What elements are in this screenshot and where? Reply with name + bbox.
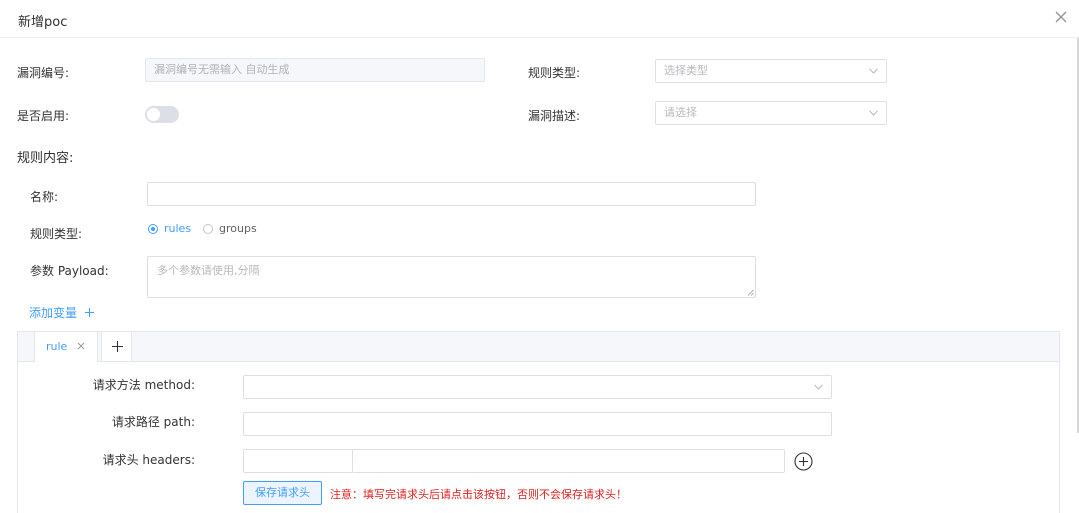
rule-name-label: 名称: — [30, 190, 59, 204]
vuln-desc-placeholder: 请选择 — [664, 106, 697, 119]
header-divider — [0, 37, 1079, 38]
radio-rules[interactable]: rules — [148, 222, 191, 235]
vuln-desc-select[interactable]: 请选择 — [655, 101, 887, 125]
tab-rule-label: rule — [46, 340, 68, 353]
headers-warning: 注意：填写完请求头后请点击该按钮，否则不会保存请求头！ — [330, 488, 627, 501]
rule-type-label: 规则类型: — [528, 66, 581, 80]
method-label: 请求方法 method: — [92, 378, 195, 392]
chevron-down-icon — [814, 384, 823, 390]
rule-type-placeholder: 选择类型 — [664, 64, 708, 77]
close-icon[interactable] — [77, 342, 85, 350]
headers-label: 请求头 headers: — [102, 453, 195, 467]
add-variable-link[interactable]: 添加变量 — [29, 304, 95, 321]
header-key-input[interactable] — [243, 449, 353, 473]
plus-icon — [85, 308, 95, 317]
save-headers-button[interactable]: 保存请求头 — [243, 481, 322, 505]
path-input[interactable] — [243, 412, 832, 436]
add-variable-label: 添加变量 — [29, 306, 78, 320]
add-tab-button[interactable] — [101, 332, 132, 361]
payload-label: 参数 Payload: — [30, 264, 109, 278]
path-label: 请求路径 path: — [111, 415, 195, 429]
radio-rules-dot — [148, 223, 158, 234]
header-value-input[interactable] — [352, 449, 785, 473]
chevron-down-icon — [869, 110, 878, 116]
switch-knob — [147, 108, 160, 121]
radio-groups-label: groups — [219, 222, 257, 235]
vuln-id-input: 漏洞编号无需输入 自动生成 — [145, 58, 485, 82]
enabled-switch[interactable] — [145, 106, 179, 123]
vuln-id-placeholder: 漏洞编号无需输入 自动生成 — [154, 63, 290, 76]
radio-groups[interactable]: groups — [203, 222, 257, 235]
radio-groups-dot — [203, 223, 213, 234]
method-select[interactable] — [243, 375, 832, 399]
rule-kind-label: 规则类型: — [30, 227, 83, 241]
plus-icon — [112, 341, 123, 352]
payload-placeholder: 多个参数请使用,分隔 — [157, 264, 260, 277]
close-icon[interactable] — [1054, 10, 1068, 24]
payload-textarea[interactable]: 多个参数请使用,分隔 — [147, 256, 756, 298]
rule-type-select[interactable]: 选择类型 — [655, 59, 887, 83]
tab-bar — [18, 332, 1059, 362]
enabled-label: 是否启用: — [17, 109, 70, 123]
dialog-title: 新增poc — [18, 15, 68, 30]
rule-name-input[interactable] — [147, 182, 756, 206]
resize-handle-icon[interactable] — [747, 289, 754, 296]
rule-content-title: 规则内容: — [17, 151, 74, 166]
chevron-down-icon — [869, 68, 878, 74]
vuln-id-label: 漏洞编号: — [17, 66, 70, 80]
tab-rule[interactable]: rule — [34, 332, 98, 362]
plus-circle-icon[interactable] — [794, 452, 813, 471]
vuln-desc-label: 漏洞描述: — [528, 109, 581, 123]
radio-rules-label: rules — [164, 222, 192, 235]
